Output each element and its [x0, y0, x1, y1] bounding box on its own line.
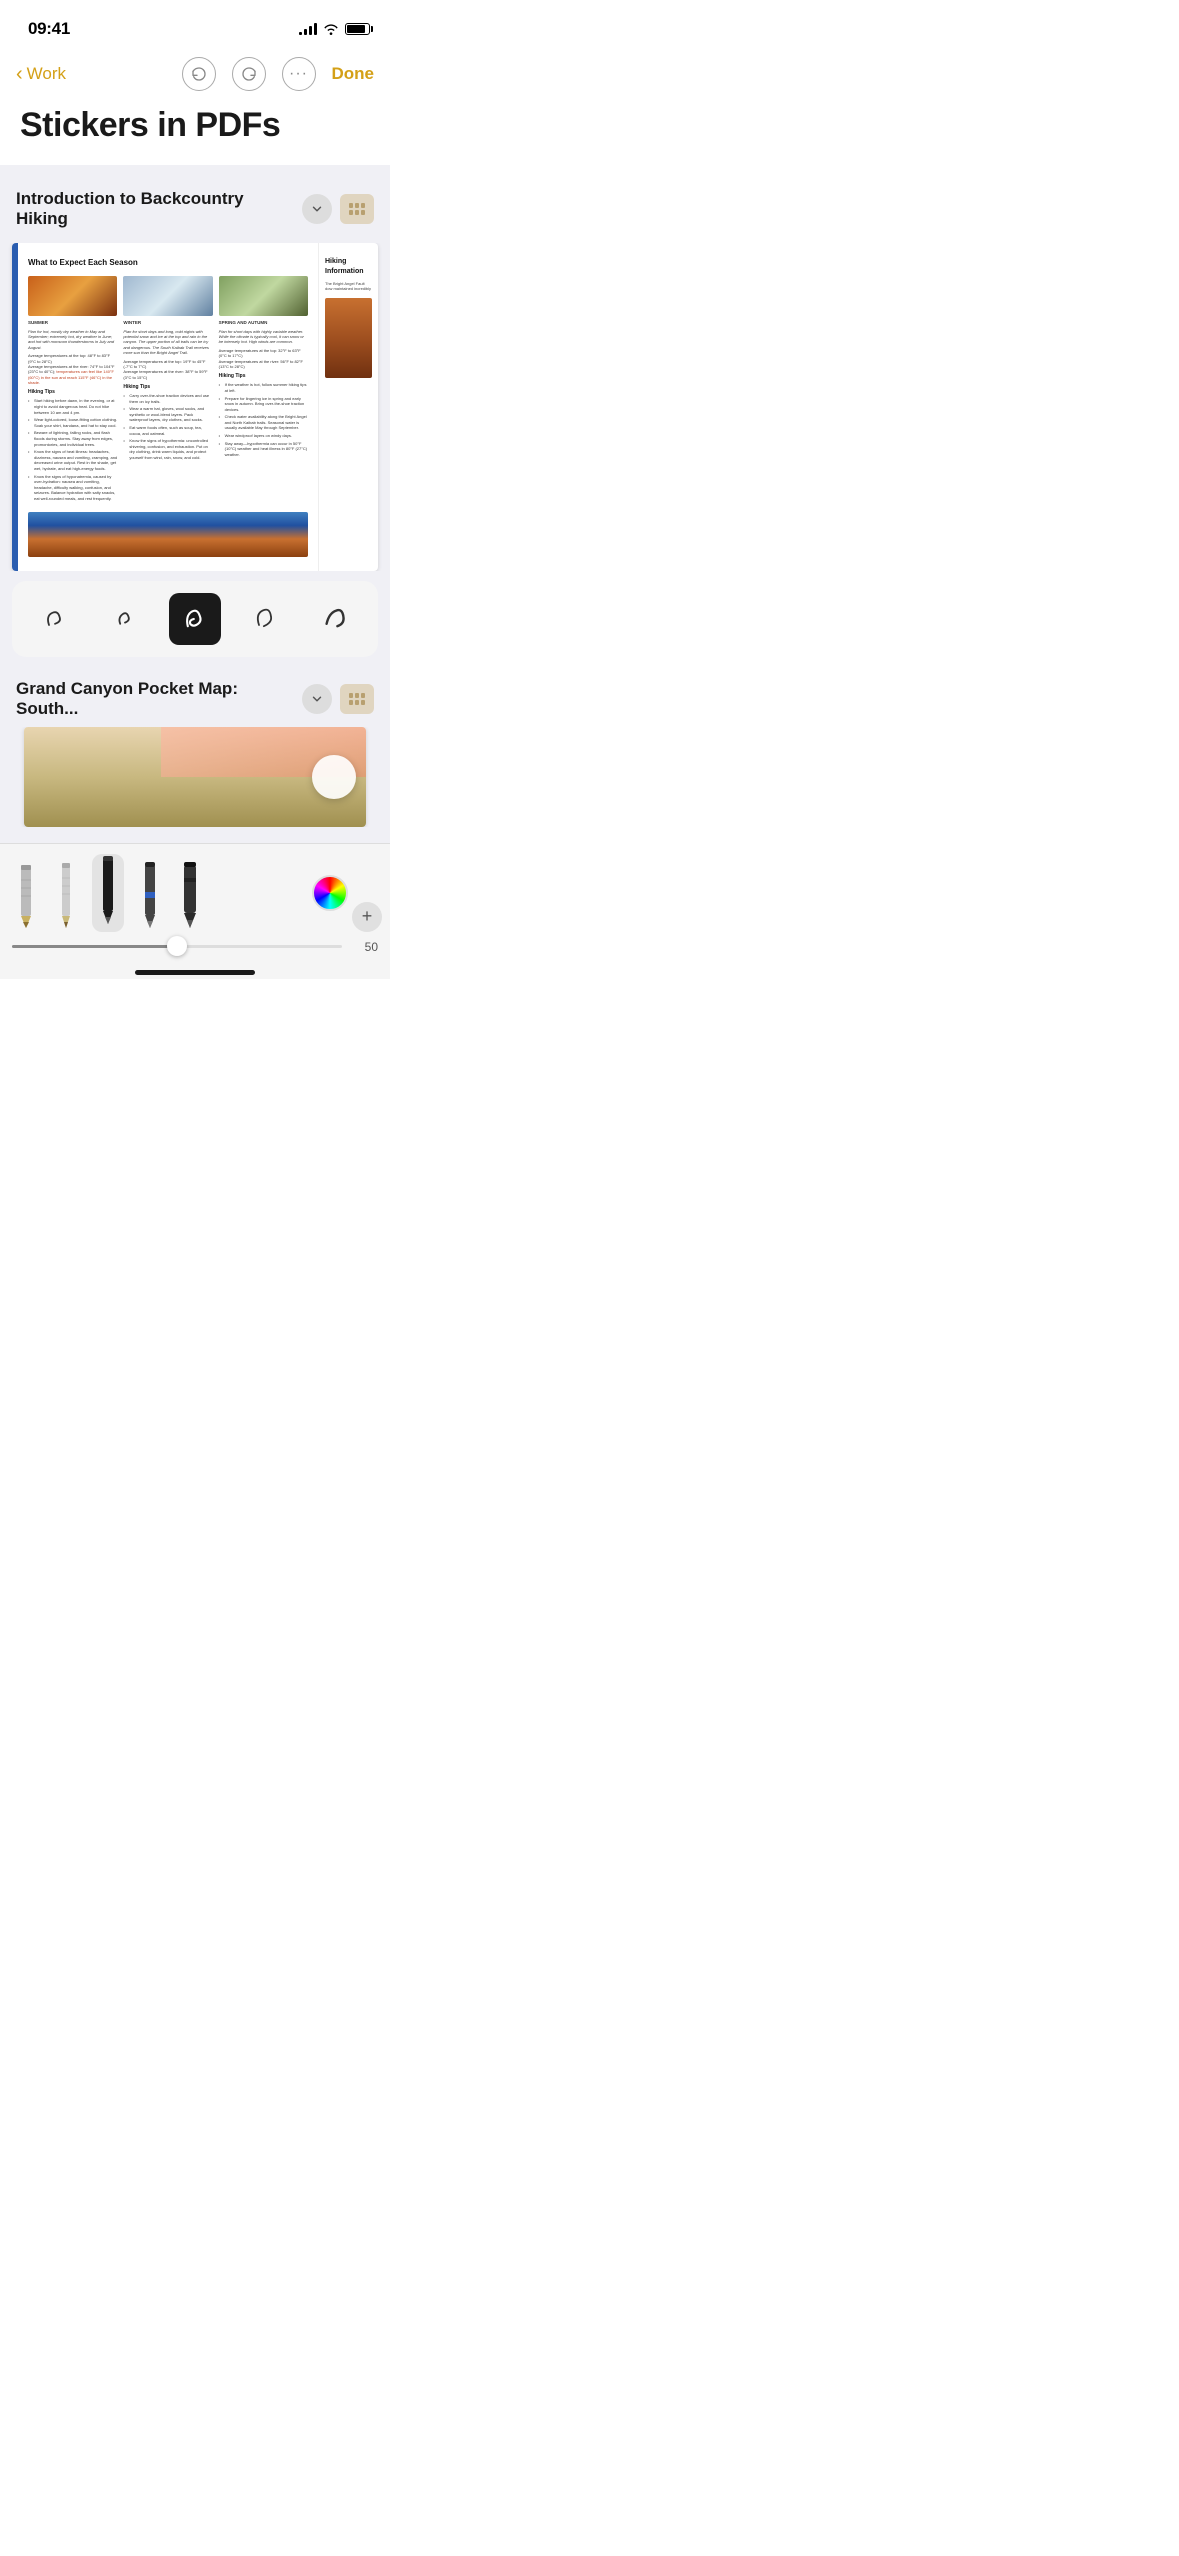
season-image-summer [28, 276, 117, 316]
battery-icon [345, 23, 370, 35]
thickness-value: 50 [350, 940, 378, 954]
map-preview-wrapper [0, 727, 390, 827]
section-collapse-button-1[interactable] [302, 194, 332, 224]
section-grid-button-1[interactable] [340, 194, 374, 224]
color-picker-button[interactable] [312, 875, 348, 911]
page-title-area: Stickers in PDFs [0, 102, 390, 165]
pdf-right-strip: HikingInformation The Bright Angel Fault… [318, 243, 378, 570]
drawing-tool-3[interactable] [88, 854, 128, 932]
pdf-seasons-grid: SUMMER Plan for hot, mostly dry weather … [28, 276, 308, 503]
season-label-winter: WINTER [123, 320, 212, 326]
hiking-tips-label-winter: Hiking Tips [123, 384, 212, 391]
section-divider [0, 165, 390, 173]
thickness-fill [12, 945, 177, 948]
status-time: 09:41 [28, 19, 70, 39]
pdf-right-text: The Bright Angel Fault dow maintained in… [325, 281, 372, 292]
back-label: Work [27, 64, 66, 84]
section-header-1: Introduction to Backcountry Hiking [0, 189, 390, 243]
undo-button[interactable] [182, 57, 216, 91]
season-label-summer: SUMMER [28, 320, 117, 326]
map-preview[interactable] [24, 727, 366, 827]
wifi-icon [323, 23, 339, 35]
sticker-picker [12, 581, 378, 657]
hiking-tips-label-summer: Hiking Tips [28, 389, 117, 396]
hiking-tips-spring: If the weather is hot, follow summer hik… [219, 382, 308, 457]
nav-actions: ··· Done [182, 57, 375, 91]
pdf-preview-wrapper: What to Expect Each Season SUMMER Plan f… [0, 243, 390, 570]
pdf-season-summer: SUMMER Plan for hot, mostly dry weather … [28, 276, 117, 503]
pdf-page-1[interactable]: What to Expect Each Season SUMMER Plan f… [12, 243, 378, 570]
season-text-summer: Plan for hot, mostly dry weather in May … [28, 329, 117, 351]
pdf-heading: What to Expect Each Season [28, 257, 308, 268]
pdf-season-winter: WINTER Plan for short days and long, col… [123, 276, 212, 503]
back-button[interactable]: ‹ Work [16, 64, 66, 84]
season-subtext-spring: Average temperatures at the top: 32°F to… [219, 348, 308, 370]
sticker-item-2[interactable] [99, 593, 151, 645]
pdf-season-spring: SPRING AND AUTUMN Plan for short days wi… [219, 276, 308, 503]
section-title-2: Grand Canyon Pocket Map: South... [16, 679, 302, 719]
sticker-item-3[interactable] [169, 593, 221, 645]
thickness-track[interactable] [12, 945, 342, 948]
nav-bar: ‹ Work ··· Done [0, 50, 390, 102]
section-grid-button-2[interactable] [340, 684, 374, 714]
season-image-spring [219, 276, 308, 316]
sticker-item-1[interactable] [29, 593, 81, 645]
redo-button[interactable] [232, 57, 266, 91]
pdf-right-title: HikingInformation [325, 257, 372, 277]
section-header-2: Grand Canyon Pocket Map: South... [0, 665, 390, 727]
home-bar [135, 970, 255, 975]
drawing-toolbar: + 50 [0, 843, 390, 962]
season-label-spring: SPRING AND AUTUMN [219, 320, 308, 326]
sticker-item-5[interactable] [309, 593, 361, 645]
section-title-1: Introduction to Backcountry Hiking [16, 189, 302, 229]
drawing-tool-5[interactable] [172, 860, 208, 932]
thickness-row: 50 [0, 936, 390, 962]
thickness-thumb[interactable] [167, 936, 187, 956]
season-image-winter [123, 276, 212, 316]
tools-row: + [0, 844, 390, 936]
more-button[interactable]: ··· [282, 57, 316, 91]
season-text-spring: Plan for short days with highly variable… [219, 329, 308, 345]
section-collapse-button-2[interactable] [302, 684, 332, 714]
hiking-tips-winter: Carry over-the-shoe traction devices and… [123, 393, 212, 461]
hiking-tips-label-spring: Hiking Tips [219, 373, 308, 380]
status-icons [299, 23, 370, 35]
drawing-tool-4[interactable] [132, 860, 168, 932]
done-button[interactable]: Done [332, 64, 375, 84]
signal-icon [299, 23, 317, 35]
status-bar: 09:41 [0, 0, 390, 50]
map-content [24, 727, 366, 827]
pdf-canyon-panorama [28, 512, 308, 557]
drawing-tool-2[interactable] [48, 860, 84, 932]
drawing-tool-1[interactable] [8, 860, 44, 932]
hiking-tips-summer: Start hiking before dawn, in the evening… [28, 398, 117, 501]
sticker-item-4[interactable] [239, 593, 291, 645]
back-chevron-icon: ‹ [16, 64, 23, 84]
home-indicator [0, 962, 390, 979]
season-subtext-summer: Average temperatures at the top: 48°F to… [28, 353, 117, 385]
season-text-winter: Plan for short days and long, cold night… [123, 329, 212, 356]
pdf-right-canyon-img [325, 298, 372, 378]
grid-icon [349, 203, 365, 215]
season-subtext-winter: Average temperatures at the top: 19°F to… [123, 359, 212, 381]
grid-icon-2 [349, 693, 365, 705]
page-title: Stickers in PDFs [20, 106, 370, 145]
pdf-content: What to Expect Each Season SUMMER Plan f… [18, 243, 318, 570]
map-circle-handle[interactable] [312, 755, 356, 799]
add-tool-button[interactable]: + [352, 902, 382, 932]
document-section-1: Introduction to Backcountry Hiking What … [0, 173, 390, 842]
